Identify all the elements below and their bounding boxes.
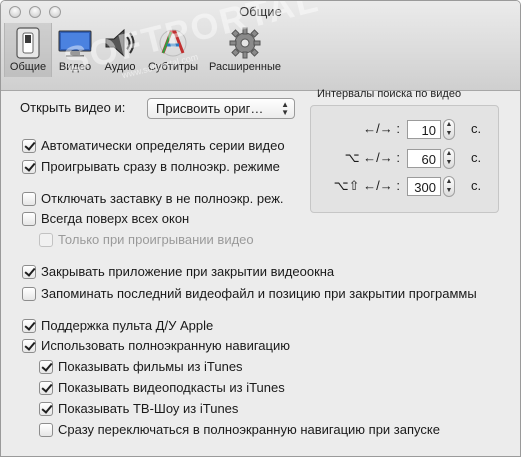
show-itunes-movies-checkbox[interactable] <box>39 360 53 374</box>
switch-to-fullscreen-nav-label: Сразу переключаться в полноэкранную нави… <box>58 422 440 437</box>
seek-stepper[interactable]: ▲ ▼ <box>443 148 455 169</box>
seek-row-label: ⌥ ←/→ : <box>344 150 400 165</box>
remember-last-file-checkbox[interactable] <box>22 287 36 301</box>
tab-general[interactable]: Общие <box>4 23 52 77</box>
disable-screensaver-checkbox[interactable] <box>22 192 36 206</box>
always-on-top-label: Всегда поверх всех окон <box>41 211 190 226</box>
seek-value-field[interactable]: 60 <box>407 149 441 168</box>
auto-detect-series-checkbox[interactable] <box>22 139 36 153</box>
titlebar: Общие Общие Видео Аудио Субтитры Расшире… <box>1 1 520 91</box>
window-title: Общие <box>239 4 282 19</box>
apple-remote-checkbox[interactable] <box>22 319 36 333</box>
seek-stepper[interactable]: ▲ ▼ <box>443 119 455 140</box>
seek-value-field[interactable]: 10 <box>407 120 441 139</box>
play-fullscreen-checkbox[interactable] <box>22 160 36 174</box>
show-itunes-tvshows-checkbox[interactable] <box>39 402 53 416</box>
apple-remote-label: Поддержка пульта Д/У Apple <box>41 318 214 333</box>
tab-advanced-label: Расширенные <box>209 61 281 73</box>
switch-icon <box>16 27 40 62</box>
remember-last-file-label: Запоминать последний видеофайл и позицию… <box>41 286 477 301</box>
seek-stepper[interactable]: ▲ ▼ <box>443 176 455 197</box>
seek-row-label: ⌥⇧ ←/→ : <box>333 178 400 193</box>
always-on-top-checkbox[interactable] <box>22 212 36 226</box>
speaker-icon <box>102 27 138 62</box>
seek-unit: с. <box>471 150 482 165</box>
tab-general-label: Общие <box>9 61 47 73</box>
tab-audio-label: Аудио <box>104 61 136 73</box>
fullscreen-navigation-checkbox[interactable] <box>22 339 36 353</box>
only-while-playing-label: Только при проигрывании видео <box>58 232 254 247</box>
quit-on-close-label: Закрывать приложение при закрытии видеоо… <box>41 264 335 279</box>
show-itunes-podcasts-label: Показывать видеоподкасты из iTunes <box>58 380 285 395</box>
preferences-window: Общие Общие Видео Аудио Субтитры Расшире… <box>0 0 521 457</box>
seek-unit: с. <box>471 178 482 193</box>
open-video-popup[interactable]: Присвоить ориг… ▲ ▼ <box>147 98 295 119</box>
seek-unit: с. <box>471 121 482 136</box>
open-video-value: Присвоить ориг… <box>156 101 264 116</box>
quit-on-close-checkbox[interactable] <box>22 265 36 279</box>
disable-screensaver-label: Отключать заставку в не полноэкр. реж. <box>41 191 284 206</box>
show-itunes-podcasts-checkbox[interactable] <box>39 381 53 395</box>
switch-to-fullscreen-nav-checkbox[interactable] <box>39 423 53 437</box>
tab-subtitles-label: Субтитры <box>147 61 199 73</box>
only-while-playing-checkbox <box>39 233 53 247</box>
tab-subtitles[interactable]: Субтитры <box>142 23 204 77</box>
display-icon <box>57 27 93 62</box>
open-video-label: Открыть видео и: <box>20 100 126 115</box>
tab-video-label: Видео <box>58 61 92 73</box>
subtitles-icon <box>157 27 189 62</box>
tab-audio[interactable]: Аудио <box>99 23 141 77</box>
show-itunes-movies-label: Показывать фильмы из iTunes <box>58 359 243 374</box>
fullscreen-navigation-label: Использовать полноэкранную навигацию <box>41 338 290 353</box>
gear-icon <box>229 27 261 62</box>
play-fullscreen-label: Проигрывать сразу в полноэкр. режиме <box>41 159 280 174</box>
seek-value-field[interactable]: 300 <box>407 177 441 196</box>
show-itunes-tvshows-label: Показывать ТВ-Шоу из iTunes <box>58 401 239 416</box>
tab-video[interactable]: Видео <box>53 23 97 77</box>
seek-group-title: Интервалы поиска по видео <box>317 88 462 100</box>
auto-detect-series-label: Автоматически определять серии видео <box>41 138 285 153</box>
seek-row-label: ←/→ : <box>363 121 400 136</box>
tab-advanced[interactable]: Расширенные <box>205 23 285 77</box>
popup-arrows-icon: ▲ ▼ <box>281 100 289 117</box>
